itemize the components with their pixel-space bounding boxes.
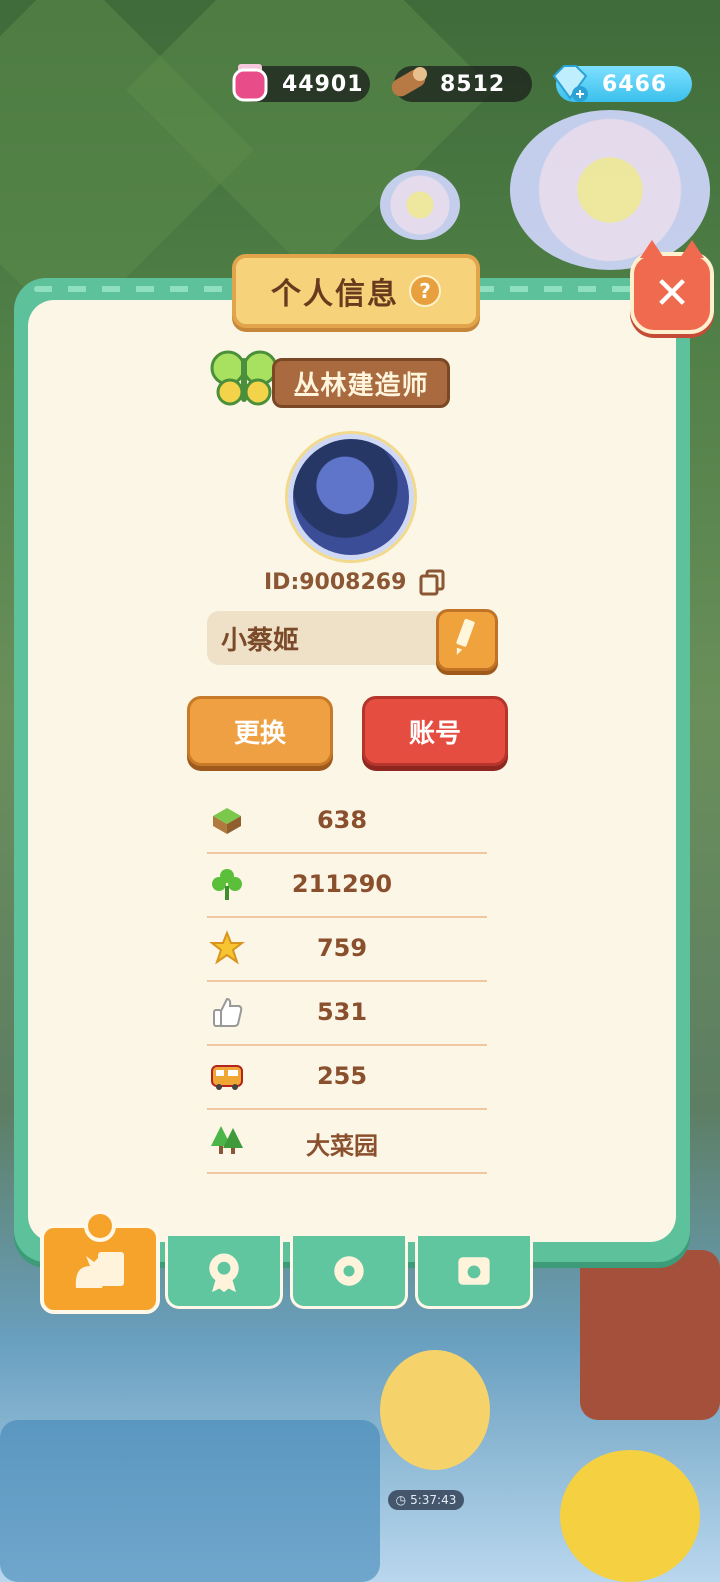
potion-counter[interactable]: 44901: [232, 64, 370, 102]
butterfly-icon: [210, 350, 278, 406]
stat-row-visitors: 255: [207, 1046, 487, 1110]
avatar[interactable]: [288, 434, 414, 560]
cat-card-icon: [75, 1252, 124, 1288]
thumbs-up-icon: [213, 997, 243, 1027]
stat-value: 255: [316, 1062, 368, 1090]
stat-row-land: 638: [207, 790, 487, 854]
nickname-field[interactable]: 小蔡姬: [207, 611, 447, 665]
title-badge[interactable]: 丛林建造师: [210, 348, 450, 408]
wood-counter[interactable]: 8512: [391, 66, 532, 102]
player-id: ID:9008269: [264, 569, 407, 595]
fruit-decoration: [560, 1450, 700, 1582]
stat-value: 531: [316, 998, 368, 1026]
edit-name-button[interactable]: [436, 609, 498, 671]
stat-row-garden: 大菜园: [207, 1110, 487, 1174]
diamond-count: 6466: [602, 72, 668, 97]
album-tab[interactable]: [415, 1236, 533, 1309]
diamond-counter[interactable]: 6466: [552, 65, 692, 102]
stat-row-star: 759: [207, 918, 487, 982]
close-icon: ✕: [653, 267, 691, 319]
egg-decoration: [380, 1350, 490, 1470]
pencil-icon: [456, 618, 475, 655]
panel-title: 个人信息: [271, 277, 399, 312]
wood-log-icon: [391, 67, 427, 97]
player-id-row: ID:9008269: [264, 566, 446, 598]
badge-label: 丛林建造师: [272, 358, 450, 408]
clover-icon: [212, 869, 242, 900]
stat-value: 大菜园: [306, 1132, 378, 1160]
profile-card-tab[interactable]: [40, 1210, 160, 1314]
world-timer-text: 5:37:43: [410, 1493, 457, 1507]
wood-count: 8512: [440, 72, 506, 97]
diamond-icon: [552, 65, 588, 102]
water-area: [0, 1420, 380, 1582]
change-button[interactable]: 更换: [187, 696, 333, 766]
stat-value: 638: [316, 806, 368, 834]
badge-tab[interactable]: [165, 1236, 283, 1309]
close-button[interactable]: ✕: [630, 240, 714, 334]
star-icon: [209, 930, 245, 965]
potion-count: 44901: [282, 72, 364, 97]
tab-pin: [84, 1210, 116, 1242]
stats-list: 638 211290 759 531 255 大菜园: [207, 790, 487, 1174]
copy-icon[interactable]: [418, 568, 446, 596]
trees-icon: [211, 1126, 243, 1154]
stat-value: 759: [316, 934, 368, 962]
bus-icon: [211, 1065, 243, 1090]
stat-row-likes: 531: [207, 982, 487, 1046]
panel-title-banner: 个人信息 ?: [232, 254, 480, 328]
stat-value: 211290: [291, 870, 393, 898]
shop-building: [580, 1250, 720, 1420]
flower-bush: [380, 170, 460, 240]
stat-row-clover: 211290: [207, 854, 487, 918]
gear-icon: [334, 1256, 364, 1286]
clock-icon: ◷: [395, 1493, 407, 1507]
account-button[interactable]: 账号: [362, 696, 508, 766]
rosette-icon: [209, 1253, 239, 1293]
help-icon[interactable]: ?: [409, 275, 441, 307]
photo-album-icon: [458, 1257, 490, 1285]
settings-tab[interactable]: [290, 1236, 408, 1309]
potion-jar-icon: [232, 64, 268, 102]
grass-block-icon: [213, 808, 241, 834]
world-timer: ◷ 5:37:43: [388, 1490, 464, 1510]
